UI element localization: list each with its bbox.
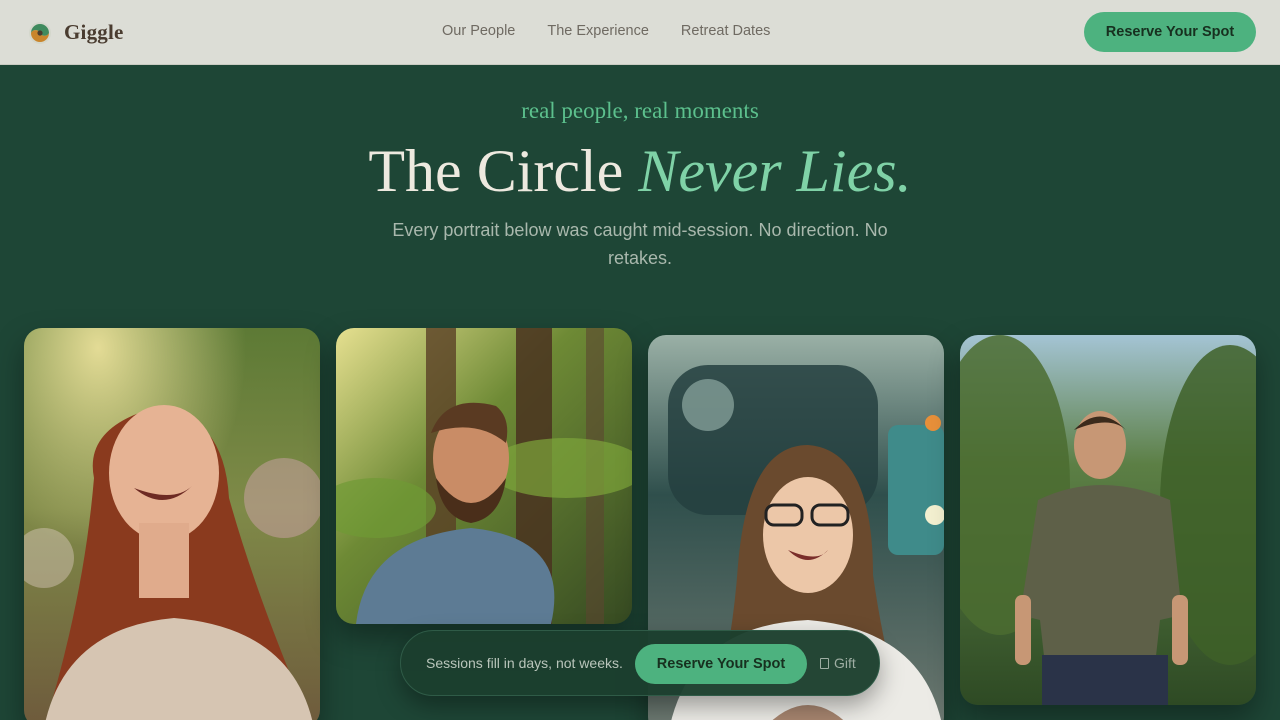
brand-name: Giggle: [64, 20, 124, 44]
hero-title: The Circle Never Lies.: [0, 138, 1280, 204]
reserve-spot-button[interactable]: Reserve Your Spot: [1084, 12, 1256, 52]
nav-our-people[interactable]: Our People: [442, 23, 515, 39]
sticky-reserve-button[interactable]: Reserve Your Spot: [635, 644, 807, 684]
gift-link[interactable]: Gift: [820, 655, 856, 671]
hero-title-main: The Circle: [368, 138, 639, 204]
sticky-bar-text: Sessions fill in days, not weeks.: [426, 655, 623, 671]
portrait-card-4[interactable]: [960, 335, 1256, 705]
sticky-reserve-bar: Sessions fill in days, not weeks. Reserv…: [400, 630, 880, 696]
portrait-card-1[interactable]: [24, 328, 320, 720]
portrait-man-standing-trees: [960, 335, 1256, 705]
portrait-man-laughing-forest: [336, 328, 632, 624]
main-nav: Our People The Experience Retreat Dates: [442, 23, 770, 39]
portrait-card-2[interactable]: [336, 328, 632, 624]
gift-label: Gift: [834, 655, 856, 671]
hero-title-accent: Never Lies.: [638, 138, 912, 204]
site-header: Giggle Our People The Experience Retreat…: [0, 0, 1280, 65]
hero-subtitle: Every portrait below was caught mid-sess…: [392, 220, 888, 268]
nav-retreat-dates[interactable]: Retreat Dates: [681, 23, 770, 39]
gift-icon: [820, 657, 829, 669]
logo-icon: [29, 21, 51, 44]
nav-the-experience[interactable]: The Experience: [547, 23, 649, 39]
brand[interactable]: Giggle: [28, 20, 124, 45]
portrait-woman-laughing-garden: [24, 328, 320, 720]
hero-eyebrow: real people, real moments: [521, 98, 759, 123]
